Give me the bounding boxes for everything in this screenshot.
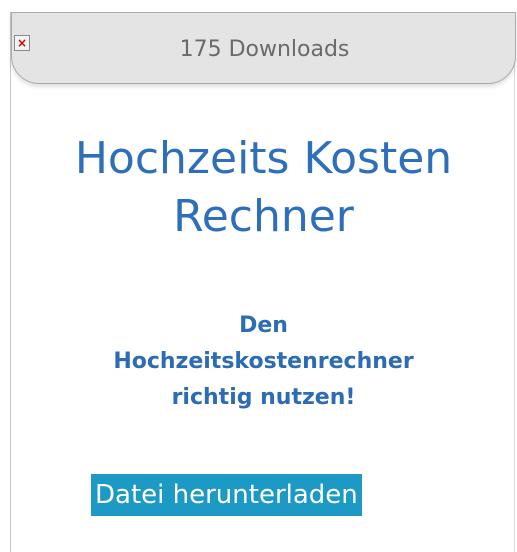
download-count-header: × 175 Downloads [11, 12, 516, 84]
subtitle-line-1: Den [239, 313, 288, 338]
subtitle: Den Hochzeitskostenrechner richtig nutze… [11, 308, 516, 416]
title-line-2: Rechner [173, 191, 354, 242]
download-count: 175 Downloads [179, 37, 350, 62]
subtitle-line-3: richtig nutzen! [171, 385, 356, 410]
download-card: × 175 Downloads Hochzeits Kosten Rechner… [10, 12, 516, 552]
title-line-1: Hochzeits Kosten [74, 133, 453, 184]
subtitle-line-2: Hochzeitskostenrechner [113, 349, 414, 374]
download-file-button[interactable]: Datei herunterladen [91, 474, 362, 516]
page-title: Hochzeits Kosten Rechner [11, 130, 516, 246]
